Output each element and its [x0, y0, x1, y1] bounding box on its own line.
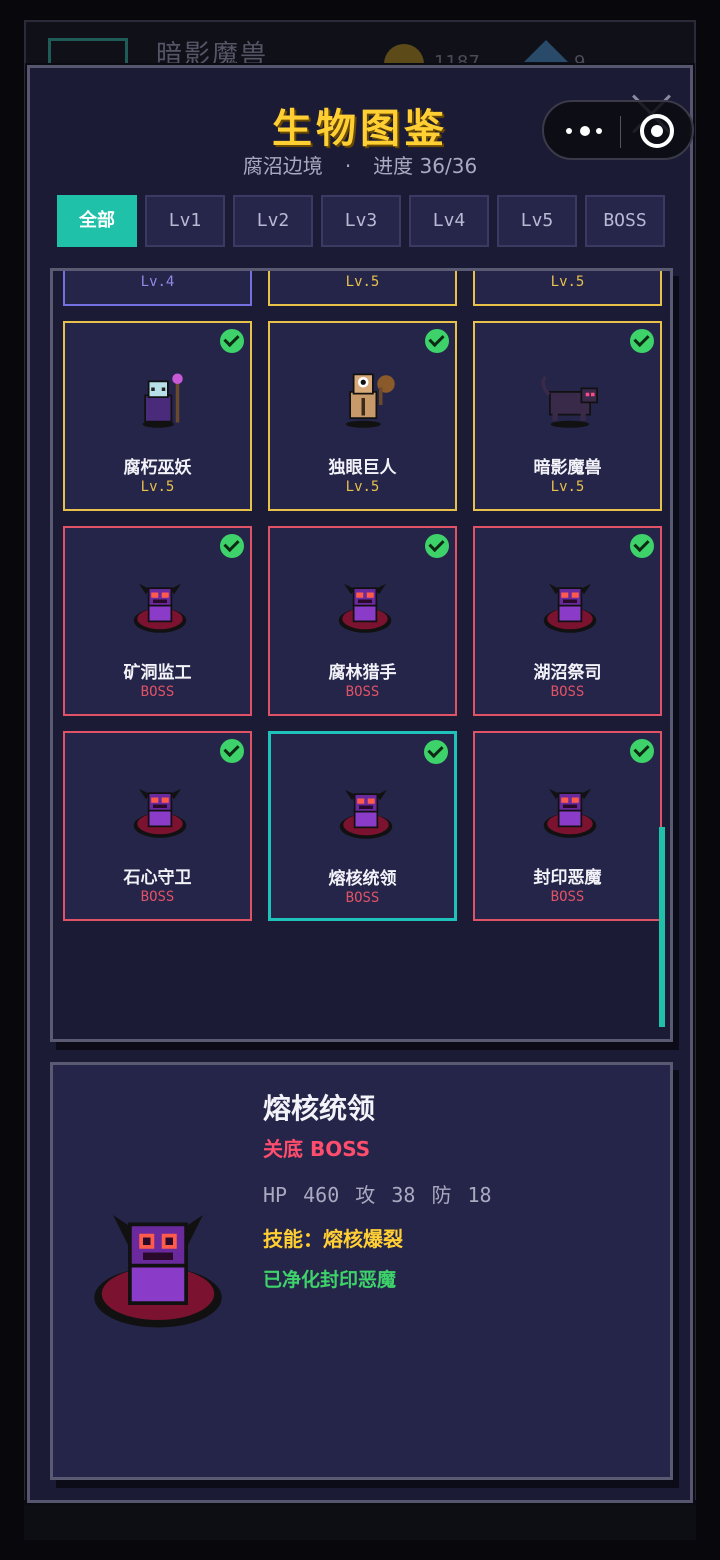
tab-lv3[interactable]: Lv3 [321, 195, 401, 247]
collected-check-icon [630, 739, 654, 763]
creature-name: 熔核统领 [328, 869, 397, 889]
collected-check-icon [220, 329, 244, 353]
collected-check-icon [425, 329, 449, 353]
gem-icon [524, 40, 568, 62]
collected-check-icon [630, 329, 654, 353]
creature-level: Lv.5 [345, 274, 380, 290]
creature-level: BOSS [345, 890, 380, 906]
creature-card[interactable]: 矿洞监工 BOSS [63, 526, 252, 716]
creature-detail-panel: 熔核统领 关底 BOSS HP 460 攻 38 防 18 技能：熔核爆裂 已净… [50, 1062, 673, 1480]
separator-dot: · [344, 154, 352, 178]
creature-level: Lv.5 [550, 479, 585, 495]
collected-check-icon [220, 739, 244, 763]
collected-check-icon [220, 534, 244, 558]
creature-level: Lv.4 [140, 274, 175, 290]
creature-level: Lv.5 [140, 479, 175, 495]
tab-lv1[interactable]: Lv1 [145, 195, 225, 247]
tab-lv5[interactable]: Lv5 [497, 195, 577, 247]
creature-level: BOSS [140, 684, 175, 700]
creature-card[interactable]: 封印恶魔 BOSS [473, 731, 662, 921]
cyclops-sprite-icon [345, 373, 395, 428]
tab-all[interactable]: 全部 [57, 195, 137, 247]
creature-card[interactable]: 熔核统领 BOSS [268, 731, 457, 921]
boss-demon-sprite-icon [338, 583, 392, 633]
boss-demon-sprite-icon [543, 583, 597, 633]
tab-lv2[interactable]: Lv2 [233, 195, 313, 247]
creature-level: BOSS [550, 889, 585, 905]
creature-name: 腐林猎手 [328, 663, 397, 683]
creature-level: Lv.5 [550, 274, 585, 290]
creature-card[interactable]: 湖沼祭司 BOSS [473, 526, 662, 716]
creature-level: BOSS [140, 889, 175, 905]
detail-creature-stats: HP 460 攻 38 防 18 [263, 1183, 492, 1207]
creature-name: 虚空幽鬼 [65, 271, 250, 273]
detail-creature-type: 关底 BOSS [263, 1137, 371, 1161]
lich-sprite-icon [142, 373, 183, 428]
creature-card[interactable]: 腐林猎手 BOSS [268, 526, 457, 716]
creature-name: 熔岩炎魔 [270, 271, 455, 273]
creature-card[interactable]: 腐朽巫妖 Lv.5 [63, 321, 252, 511]
tab-lv4[interactable]: Lv4 [409, 195, 489, 247]
collected-check-icon [630, 534, 654, 558]
creature-card[interactable]: 虚空幽鬼Lv.4 [63, 271, 252, 306]
creature-grid[interactable]: 虚空幽鬼Lv.4熔岩炎魔Lv.5狂焰元素Lv.5腐朽巫妖Lv.5独眼巨人Lv.5… [50, 268, 673, 1042]
creature-name: 狂焰元素 [475, 271, 660, 273]
boss-demon-sprite-icon [133, 583, 187, 633]
creature-card[interactable]: 熔岩炎魔Lv.5 [268, 271, 457, 306]
creature-level: Lv.5 [345, 479, 380, 495]
detail-creature-status: 已净化封印恶魔 [263, 1269, 397, 1291]
creature-level: BOSS [345, 684, 380, 700]
creature-name: 独眼巨人 [328, 458, 397, 478]
tab-boss[interactable]: BOSS [585, 195, 665, 247]
creature-name: 湖沼祭司 [533, 663, 602, 683]
creature-level: BOSS [550, 684, 585, 700]
background-bottom-bar [24, 1500, 696, 1540]
bestiary-panel: 生物图鉴 腐沼边境 · 进度 36/36 全部 Lv1 Lv2 Lv3 Lv4 Lv… [27, 65, 693, 1503]
creature-name: 暗影魔兽 [533, 458, 602, 478]
collected-check-icon [424, 740, 448, 764]
creature-name: 封印恶魔 [533, 868, 602, 888]
creature-card[interactable]: 狂焰元素Lv.5 [473, 271, 662, 306]
miniprogram-capsule [542, 100, 694, 160]
creature-card[interactable]: 独眼巨人 Lv.5 [268, 321, 457, 511]
creature-name: 腐朽巫妖 [123, 458, 192, 478]
capsule-divider [620, 116, 621, 148]
grid-scrollbar[interactable] [659, 827, 665, 1027]
boss-demon-sprite-icon [133, 788, 187, 838]
creature-card[interactable]: 暗影魔兽 Lv.5 [473, 321, 662, 511]
creature-name: 矿洞监工 [123, 663, 192, 683]
level-filter-tabs: 全部 Lv1 Lv2 Lv3 Lv4 Lv5 BOSS [57, 195, 669, 249]
creature-name: 石心守卫 [123, 868, 192, 888]
detail-creature-skill: 技能：熔核爆裂 [263, 1227, 403, 1251]
creature-card[interactable]: 石心守卫 BOSS [63, 731, 252, 921]
more-options-icon[interactable] [564, 117, 616, 143]
collected-check-icon [425, 534, 449, 558]
progress-label: 进度 36/36 [373, 154, 478, 178]
boss-demon-sprite-icon [339, 789, 393, 839]
detail-creature-name: 熔核统领 [263, 1092, 376, 1125]
shadow-beast-sprite-icon [541, 375, 598, 428]
boss-demon-portrait-icon [94, 1215, 222, 1328]
exit-miniprogram-icon[interactable] [640, 114, 674, 148]
boss-demon-sprite-icon [543, 788, 597, 838]
region-name: 腐沼边境 [242, 154, 323, 178]
